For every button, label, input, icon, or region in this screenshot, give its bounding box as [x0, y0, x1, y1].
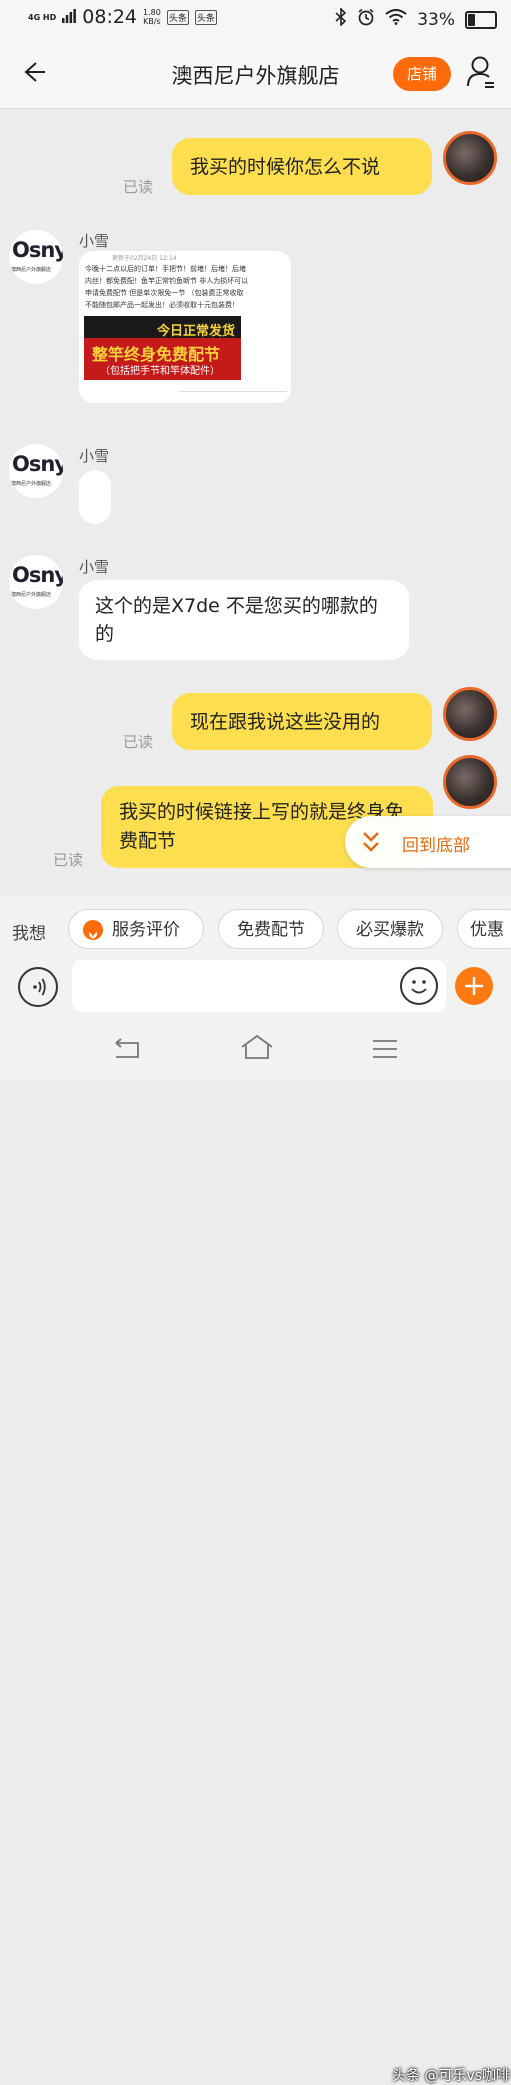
status-bar: 4G HD 08:24 1.80 KB/s 头条 头条 33% — [0, 0, 511, 40]
bluetooth-icon — [335, 7, 347, 31]
image-text-line: 内丝！都免费配！鱼竿正常钓鱼断节 非人为损坏可以 — [85, 277, 249, 285]
network-speed: 1.80 KB/s — [143, 8, 161, 26]
image-text-line: 今晚十二点以后的订单！手把节！前堵！后堵！后堵 — [85, 265, 246, 273]
quick-reply-must-buy[interactable]: 必买爆款 — [337, 909, 443, 949]
read-receipt: 已读 — [123, 733, 154, 751]
banner-top: 今日正常发货 — [84, 316, 241, 339]
message-bubble-theirs[interactable] — [79, 470, 111, 524]
chip-label: 服务评价 — [112, 920, 180, 940]
quick-reply-service-rating[interactable]: 服务评价 — [68, 909, 204, 949]
shop-logo-subtitle: 澳西尼户外旗舰店 — [11, 481, 52, 487]
chat-header: 澳西尼户外旗舰店 店铺 — [0, 40, 511, 109]
message-bubble-mine[interactable]: 我买的时候你怎么不说 — [172, 138, 432, 195]
read-receipt: 已读 — [123, 178, 154, 196]
image-text-line: 不能随包邮产品一起发出！必须收取十元包装费！ — [85, 301, 239, 309]
wifi-icon — [385, 9, 407, 30]
quick-reply-label: 我想 — [12, 924, 46, 944]
my-avatar[interactable] — [443, 755, 497, 809]
double-chevron-down-icon — [361, 830, 381, 858]
shop-logo-subtitle: 澳西尼户外旗舰店 — [11, 267, 52, 273]
banner-sub-text: （包括把手节和竿体配件） — [100, 366, 220, 377]
banner-top-text: 今日正常发货 — [156, 324, 235, 339]
battery-percent: 33% — [417, 9, 455, 30]
quick-reply-discount[interactable]: 优惠 — [457, 909, 511, 949]
emoji-icon[interactable] — [400, 967, 438, 1005]
scroll-to-bottom-button[interactable]: 回到底部 — [345, 816, 511, 868]
watermark: 头条 @可乐vs咖啡 — [392, 2068, 511, 2084]
service-rating-icon — [83, 920, 103, 940]
my-avatar[interactable] — [443, 131, 497, 185]
shop-logo-subtitle: 澳西尼户外旗舰店 — [11, 592, 52, 598]
image-timestamp: 更新于02月24日 12:14 — [112, 255, 177, 262]
signal-icon — [62, 6, 77, 28]
read-receipt: 已读 — [53, 851, 84, 869]
shop-avatar[interactable]: Osny 澳西尼户外旗舰店 — [9, 230, 63, 284]
quick-reply-free-parts[interactable]: 免费配节 — [218, 909, 324, 949]
speed-value: 1.80 — [143, 8, 161, 17]
alarm-icon — [357, 8, 375, 31]
battery-icon — [465, 10, 497, 29]
input-bar — [0, 960, 511, 1020]
image-divider — [179, 391, 287, 392]
status-right: 33% — [335, 7, 497, 31]
sender-name: 小雪 — [79, 232, 110, 250]
message-input[interactable] — [72, 960, 446, 1012]
image-text-line: 申请免费配节 但是单次限免一节 （包装费正常收取 — [85, 289, 244, 297]
shop-logo-text: Osny — [12, 452, 63, 476]
user-profile-icon[interactable] — [466, 55, 496, 89]
notification-badge: 头条 — [194, 9, 217, 25]
status-left: 4G HD 08:24 1.80 KB/s 头条 头条 — [28, 6, 217, 28]
menu-nav-icon[interactable] — [372, 1038, 398, 1064]
sender-name: 小雪 — [79, 558, 110, 576]
my-avatar[interactable] — [443, 687, 497, 741]
banner-main: 整竿终身免费配节 （包括把手节和竿体配件） — [84, 338, 241, 380]
image-text-block: 今晚十二点以后的订单！手把节！前堵！后堵！后堵 内丝！都免费配！鱼竿正常钓鱼断节… — [85, 263, 285, 311]
add-more-icon[interactable] — [455, 967, 493, 1005]
network-indicator: 4G HD — [28, 12, 57, 22]
shop-logo-text: Osny — [12, 238, 63, 262]
battery-level — [468, 13, 475, 26]
message-bubble-theirs[interactable]: 这个的是X7de 不是您买的哪款的的 — [79, 580, 409, 660]
shop-logo-text: Osny — [12, 563, 63, 587]
scroll-to-bottom-label: 回到底部 — [402, 836, 470, 856]
shop-button[interactable]: 店铺 — [393, 57, 451, 91]
image-message[interactable]: 更新于02月24日 12:14 今晚十二点以后的订单！手把节！前堵！后堵！后堵 … — [79, 251, 291, 403]
back-nav-icon[interactable] — [113, 1036, 141, 1064]
shop-avatar[interactable]: Osny 澳西尼户外旗舰店 — [9, 444, 63, 498]
sender-name: 小雪 — [79, 447, 110, 465]
message-bubble-mine[interactable]: 现在跟我说这些没用的 — [172, 693, 432, 750]
quick-reply-bar: 我想 服务评价 免费配节 必买爆款 优惠 — [0, 895, 511, 963]
voice-input-icon[interactable] — [18, 967, 58, 1007]
speed-unit: KB/s — [143, 17, 161, 26]
home-nav-icon[interactable] — [240, 1034, 274, 1064]
clock: 08:24 — [82, 6, 138, 28]
notification-badge: 头条 — [166, 9, 189, 25]
shop-avatar[interactable]: Osny 澳西尼户外旗舰店 — [9, 555, 63, 609]
system-nav-bar: 头条 @可乐vs咖啡 — [0, 1020, 511, 2084]
